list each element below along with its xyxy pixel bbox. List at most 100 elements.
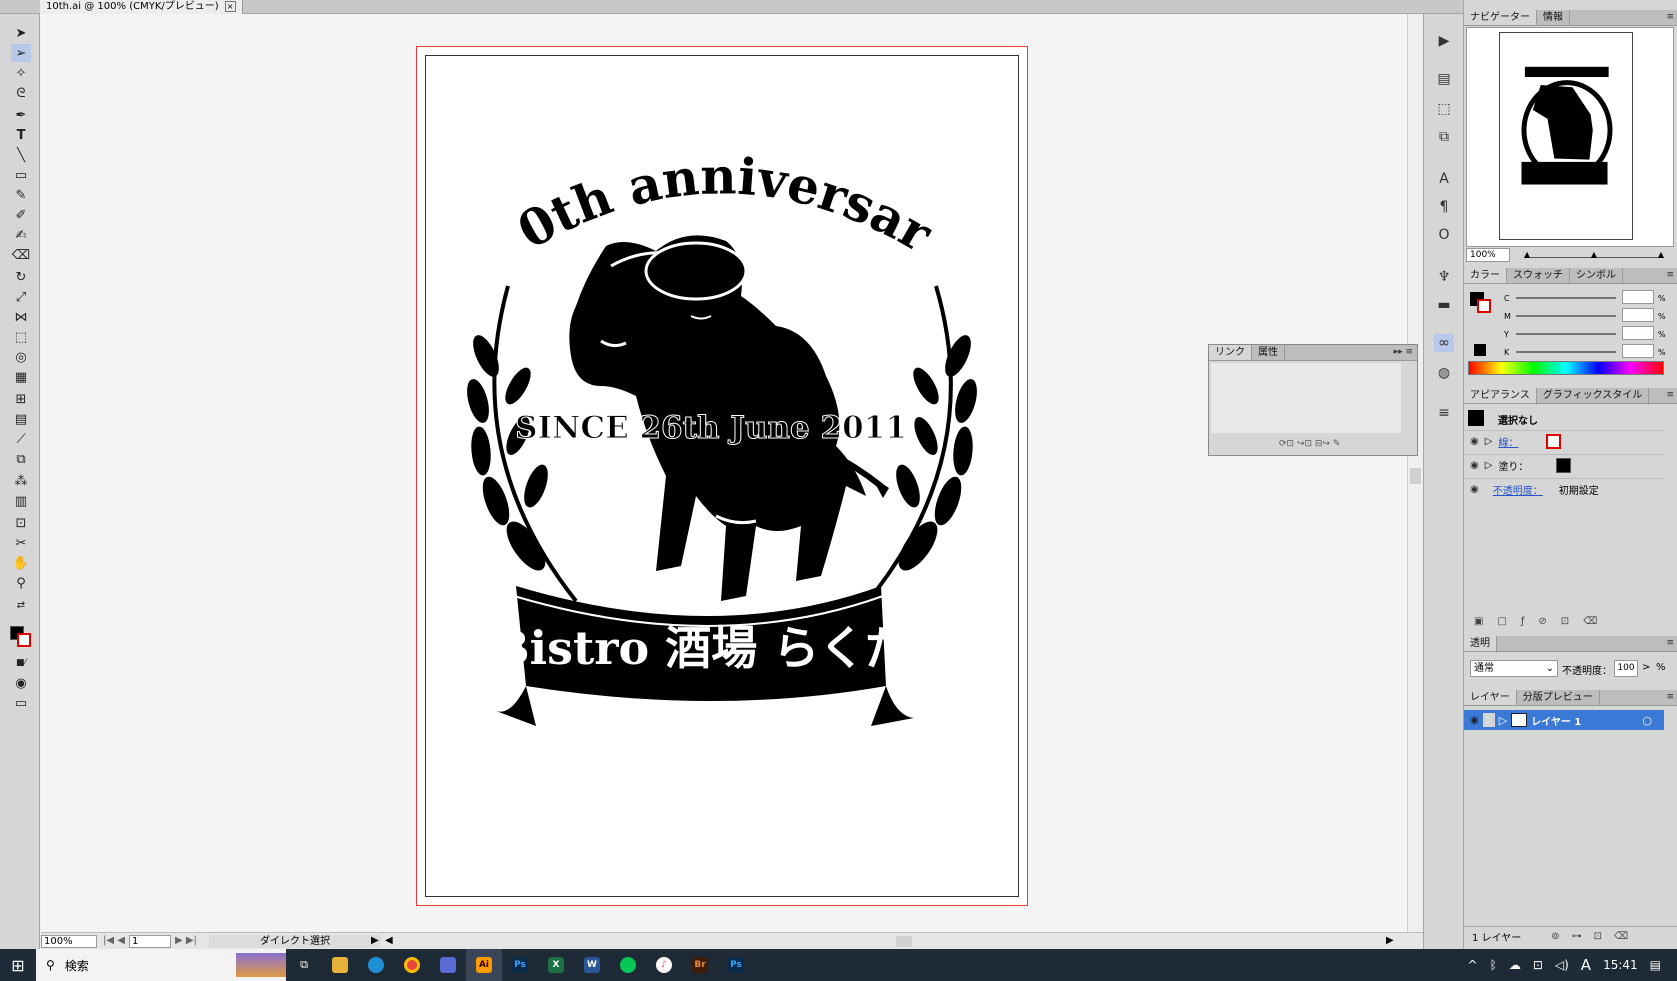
tab-attributes[interactable]: 属性 xyxy=(1252,345,1285,360)
clock-time[interactable]: 15:41 xyxy=(1603,958,1638,972)
line-tool-icon[interactable]: ╲ xyxy=(11,146,31,164)
color-spectrum[interactable] xyxy=(1468,361,1664,375)
navigator-menu-icon[interactable]: ≡ xyxy=(1666,12,1674,22)
appearance-menu-icon[interactable]: ≡ xyxy=(1666,390,1674,400)
direct-selection-tool-icon[interactable]: ➢ xyxy=(11,44,31,62)
perspective-grid-tool-icon[interactable]: ▦ xyxy=(11,368,31,386)
navigator-zoom-input[interactable]: 100% xyxy=(1466,248,1510,262)
lasso-tool-icon[interactable]: ᘓ xyxy=(11,84,31,102)
links-panel-menu-icon[interactable]: ▸▸ ≡ xyxy=(1394,347,1413,357)
tab-symbols[interactable]: シンボル xyxy=(1570,268,1623,283)
taskbar-search-box[interactable]: ⚲ 検索 xyxy=(36,949,286,981)
scroll-left-icon[interactable]: ◀ xyxy=(385,935,393,946)
appearance-opacity-row[interactable]: ◉ 不透明度： 初期設定 xyxy=(1464,478,1664,500)
tab-info[interactable]: 情報 xyxy=(1537,10,1570,25)
gradient-tool-icon[interactable]: ▤ xyxy=(11,410,31,428)
color-stroke-swatch[interactable] xyxy=(1477,299,1491,313)
links-list[interactable] xyxy=(1211,363,1401,433)
vertical-scrollbar[interactable] xyxy=(1407,14,1423,932)
symbol-sprayer-tool-icon[interactable]: ⁂ xyxy=(11,472,31,490)
notifications-icon[interactable]: ▤ xyxy=(1650,958,1661,972)
line-app-icon[interactable] xyxy=(610,949,646,981)
eyedropper-tool-icon[interactable]: ⟋ xyxy=(11,430,31,448)
vertical-scroll-thumb[interactable] xyxy=(1410,468,1421,484)
pencil-tool-icon[interactable]: ✐ xyxy=(11,206,31,224)
stroke-label[interactable]: 線： xyxy=(1498,434,1518,449)
channel-m-slider[interactable] xyxy=(1516,315,1616,317)
free-transform-tool-icon[interactable]: ⬚ xyxy=(11,328,31,346)
illustrator-app-icon[interactable]: Ai xyxy=(466,949,502,981)
next-artboard-icon[interactable]: ▶ ▶| xyxy=(175,935,197,946)
align-icon[interactable]: ▤ xyxy=(1434,70,1454,88)
artboard-tool-icon[interactable]: ⊡ xyxy=(11,514,31,532)
channel-y-input[interactable] xyxy=(1622,326,1654,340)
mesh-tool-icon[interactable]: ⊞ xyxy=(11,390,31,408)
tab-separations-preview[interactable]: 分版プレビュー xyxy=(1517,690,1600,705)
app-icon[interactable] xyxy=(430,949,466,981)
navigator-zoom-slider[interactable]: ▲ ▲ ▲ xyxy=(1524,250,1664,259)
appearance-stroke-row[interactable]: ◉ ▷ 線： xyxy=(1464,430,1664,452)
layer-expand-icon[interactable]: ▷ xyxy=(1499,714,1507,727)
paintbrush-tool-icon[interactable]: ✎ xyxy=(11,186,31,204)
layer-name[interactable]: レイヤー 1 xyxy=(1531,713,1581,728)
shape-builder-tool-icon[interactable]: ◎ xyxy=(11,348,31,366)
tab-graphic-styles[interactable]: グラフィックスタイル xyxy=(1537,388,1650,403)
color-menu-icon[interactable]: ≡ xyxy=(1666,270,1674,280)
file-explorer-icon[interactable] xyxy=(322,949,358,981)
zoom-select[interactable]: 100% xyxy=(41,935,97,948)
task-view-icon[interactable]: ⧉ xyxy=(286,949,322,981)
appearance-footer-icons[interactable]: ▣□ƒ⊘⊡⌫ xyxy=(1474,616,1611,627)
tab-appearance[interactable]: アピアランス xyxy=(1464,388,1537,403)
canvas[interactable]: 10th anniversary xyxy=(41,9,1423,932)
layers-menu-icon[interactable]: ≡ xyxy=(1666,692,1674,702)
appearance-fill-row[interactable]: ◉ ▷ 塗り： xyxy=(1464,454,1664,476)
layer-target-icon[interactable]: ○ xyxy=(1642,714,1652,727)
layers-footer-icons[interactable]: ⊚⊶⊡⌫ xyxy=(1551,931,1640,942)
fill-visibility-eye-icon[interactable]: ◉ xyxy=(1470,460,1479,471)
tab-swatches[interactable]: スウォッチ xyxy=(1507,268,1570,283)
last-color-swatch[interactable] xyxy=(1474,344,1486,356)
artboard[interactable]: 10th anniversary xyxy=(409,9,1028,906)
tab-links[interactable]: リンク xyxy=(1209,345,1252,360)
zoom-slider-handle[interactable]: ▲ xyxy=(1591,250,1597,259)
opacity-stepper-icon[interactable]: > xyxy=(1642,662,1650,673)
fill-label[interactable]: 塗り： xyxy=(1498,458,1528,473)
actions-icon[interactable]: ▶ xyxy=(1434,32,1454,50)
expand-fill-icon[interactable]: ▷ xyxy=(1485,460,1493,471)
layers-comp-icon[interactable]: ≡ xyxy=(1434,404,1454,422)
paragraph-icon[interactable]: ¶ xyxy=(1434,198,1454,216)
status-menu-icon[interactable]: ▶ xyxy=(371,935,379,946)
zoom-tool-icon[interactable]: ⚲ xyxy=(11,574,31,592)
close-tab-icon[interactable]: × xyxy=(224,1,236,12)
network-icon[interactable]: ⊡ xyxy=(1533,958,1543,972)
channel-k-slider[interactable] xyxy=(1516,351,1616,353)
channel-m-input[interactable] xyxy=(1622,308,1654,322)
layer-visibility-eye-icon[interactable]: ◉ xyxy=(1470,715,1479,726)
drawing-mode-icon[interactable]: ◉ xyxy=(11,674,31,692)
hand-tool-icon[interactable]: ✋ xyxy=(11,554,31,572)
channel-c-input[interactable] xyxy=(1622,290,1654,304)
photoshop-second-app-icon[interactable]: Ps xyxy=(718,949,754,981)
fill-black-swatch[interactable] xyxy=(1556,458,1572,473)
selection-tool-icon[interactable]: ➤ xyxy=(11,24,31,42)
tab-navigator[interactable]: ナビゲーター xyxy=(1464,10,1537,25)
scroll-right-icon[interactable]: ▶ xyxy=(1386,935,1394,946)
pen-tool-icon[interactable]: ✒ xyxy=(11,106,31,124)
pathfinder-icon[interactable]: ⧉ xyxy=(1434,128,1454,146)
chrome-browser-icon[interactable] xyxy=(394,949,430,981)
excel-app-icon[interactable]: X xyxy=(538,949,574,981)
slice-tool-icon[interactable]: ✂ xyxy=(11,534,31,552)
windows-start-icon[interactable]: ⊞ xyxy=(0,949,36,981)
channel-c-slider[interactable] xyxy=(1516,297,1616,299)
document-tab[interactable]: 10th.ai @ 100% (CMYK/プレビュー) × xyxy=(40,0,243,14)
layer-lock-toggle[interactable] xyxy=(1482,713,1495,727)
ime-indicator[interactable]: A xyxy=(1581,956,1591,974)
color-none-icon[interactable]: ■⁄ xyxy=(11,654,31,672)
tab-color[interactable]: カラー xyxy=(1464,268,1507,283)
bluetooth-icon[interactable]: ᛒ xyxy=(1490,958,1497,972)
expand-stroke-icon[interactable]: ▷ xyxy=(1485,436,1493,447)
volume-icon[interactable]: ◁) xyxy=(1555,958,1569,972)
edge-browser-icon[interactable] xyxy=(358,949,394,981)
transform-icon[interactable]: ⬚ xyxy=(1434,100,1454,118)
bridge-app-icon[interactable]: Br xyxy=(682,949,718,981)
